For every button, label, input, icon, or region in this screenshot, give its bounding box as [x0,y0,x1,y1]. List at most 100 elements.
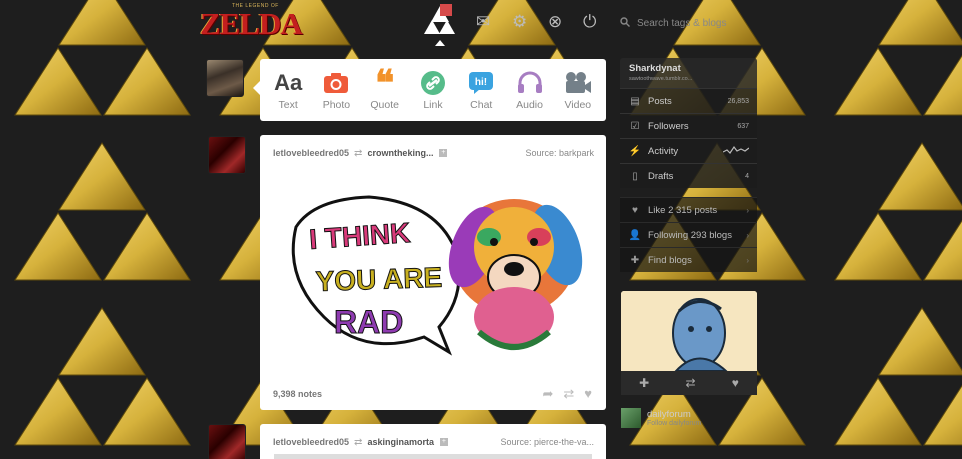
post-type-label: Quote [370,99,399,111]
follow-plus-icon[interactable]: ✚ [639,376,649,390]
drafts-icon: ▯ [632,170,638,182]
post-source-blog[interactable]: crowntheking... [367,148,433,158]
chevron-right-icon: › [746,255,749,265]
radar-actions: ✚ ⇄ ♥ [621,371,757,395]
post-blog-name[interactable]: letlovebleedred05 [273,437,349,447]
sidebar-item-count: 4 [745,172,749,180]
post-image[interactable]: I THINK YOU ARE RAD [274,167,592,375]
sidebar-item-likes[interactable]: ♥ Like 2 315 posts › [620,197,757,222]
reblog-icon: ⇄ [354,147,363,159]
sidebar-item-label: Like 2 315 posts [648,204,718,216]
post-type-video[interactable]: Video [554,69,602,111]
gear-icon[interactable]: ⚙ [512,12,527,32]
reblog-button-icon[interactable]: ⇄ [685,376,695,390]
post-type-text[interactable]: Aa Text [264,69,312,111]
headphones-icon [517,69,543,97]
logo-text: ZELDA [200,6,303,41]
xkit-icon[interactable]: ⊗ [548,12,562,32]
post-header: letlovebleedred05 ⇄ askinginamorta + Sou… [260,424,606,450]
sidebar-item-activity[interactable]: ⚡ Activity [620,138,757,163]
post-source[interactable]: Source: barkpark [525,148,594,158]
sidebar-item-label: Find blogs [648,254,692,266]
post-type-link[interactable]: Link [409,69,457,111]
sidebar-item-find-blogs[interactable]: ✚ Find blogs › [620,247,757,272]
post-composer: Aa Text Photo ❝ Quote Link hi! Chat Audi… [253,59,606,121]
reblog-button-icon[interactable]: ⇄ [563,386,574,402]
sidebar-item-label: Followers [648,120,689,132]
video-camera-icon [564,69,592,97]
post-type-quote[interactable]: ❝ Quote [361,63,409,111]
sidebar-item-followers[interactable]: ☑ Followers 637 [620,113,757,138]
post-avatar[interactable] [208,424,246,459]
recommended-blog-desc: Follow dailyforum [647,420,702,427]
post-card: letlovebleedred05 ⇄ crowntheking... + So… [260,135,606,410]
post-type-photo[interactable]: Photo [312,69,360,111]
sidebar-blog-name: Sharkdynat [629,63,681,74]
post-blog-name[interactable]: letlovebleedred05 [273,148,349,158]
post-header: letlovebleedred05 ⇄ crowntheking... + So… [260,135,606,161]
post-type-label: Link [423,99,443,111]
sidebar-item-label: Drafts [648,170,674,182]
posts-icon: ▤ [630,95,640,107]
post-type-chat[interactable]: hi! Chat [457,69,505,111]
post-type-label: Photo [322,99,351,111]
post-image[interactable] [274,454,592,459]
activity-icon: ⚡ [628,145,642,157]
sidebar-item-label: Activity [648,145,679,157]
chat-icon: hi! [468,69,494,97]
post-avatar[interactable] [208,136,246,174]
sidebar-item-following[interactable]: 👤 Following 293 blogs › [620,222,757,247]
chevron-right-icon: › [746,205,749,215]
recommended-blog-avatar [621,408,641,428]
post-source[interactable]: Source: pierce-the-va... [500,437,594,447]
mail-icon[interactable]: ✉ [476,12,490,32]
user-avatar[interactable] [206,59,244,97]
post-footer: 9,398 notes ➦ ⇄ ♥ [273,386,592,402]
sidebar-item-posts[interactable]: ▤ Posts 26,853 [620,88,757,113]
camera-icon [323,69,349,97]
post-card: letlovebleedred05 ⇄ askinginamorta + Sou… [260,424,606,459]
post-type-label: Audio [516,99,543,111]
like-heart-icon[interactable]: ♥ [732,376,739,390]
svg-text:hi!: hi! [475,77,487,88]
sidebar: Sharkdynat sawtoothwave.tumblr.co... ▤ P… [620,58,757,272]
sidebar-blog-header[interactable]: Sharkdynat sawtoothwave.tumblr.co... [620,58,757,88]
sidebar-item-drafts[interactable]: ▯ Drafts 4 [620,163,757,188]
search-bar[interactable]: Search tags & blogs [620,14,760,32]
post-type-audio[interactable]: Audio [506,69,554,111]
sidebar-item-label: Following 293 blogs [648,229,732,241]
dog-illustration [448,199,583,350]
bubble-text-line-2: YOU ARE [315,262,443,297]
recommended-blog-name: dailyforum [647,409,691,420]
activity-sparkline-icon [722,145,750,157]
sidebar-item-count: 637 [737,122,749,130]
followers-icon: ☑ [630,120,640,132]
recommended-blog[interactable]: dailyforum Follow dailyforum [621,403,757,433]
post-type-label: Text [278,99,298,111]
like-heart-icon[interactable]: ♥ [584,386,592,402]
follow-plus-icon[interactable]: + [439,149,448,157]
power-icon[interactable]: ⏻ [583,12,596,32]
post-type-label: Video [564,99,592,111]
quote-icon: ❝ [375,63,395,103]
sidebar-blog-url: sawtoothwave.tumblr.co... [629,76,693,82]
share-icon[interactable]: ➦ [542,386,553,402]
post-type-label: Chat [470,99,493,111]
person-icon: 👤 [628,229,642,241]
unread-badge [440,4,452,16]
sidebar-item-count: 26,853 [727,97,749,105]
post-source-blog[interactable]: askinginamorta [367,437,434,447]
heart-icon: ♥ [632,204,638,216]
bubble-text-line-3: RAD [334,304,403,340]
post-notes-count[interactable]: 9,398 notes [273,389,322,399]
link-icon [420,69,446,97]
search-icon [620,16,630,30]
post-actions: ➦ ⇄ ♥ [542,386,592,402]
text-icon: Aa [274,70,303,95]
reblog-icon: ⇄ [354,436,363,448]
radar-post-image[interactable] [621,291,757,371]
plus-icon: ✚ [630,254,640,266]
chevron-right-icon: › [746,230,749,240]
follow-plus-icon[interactable]: + [439,438,448,446]
search-placeholder: Search tags & blogs [637,17,727,29]
